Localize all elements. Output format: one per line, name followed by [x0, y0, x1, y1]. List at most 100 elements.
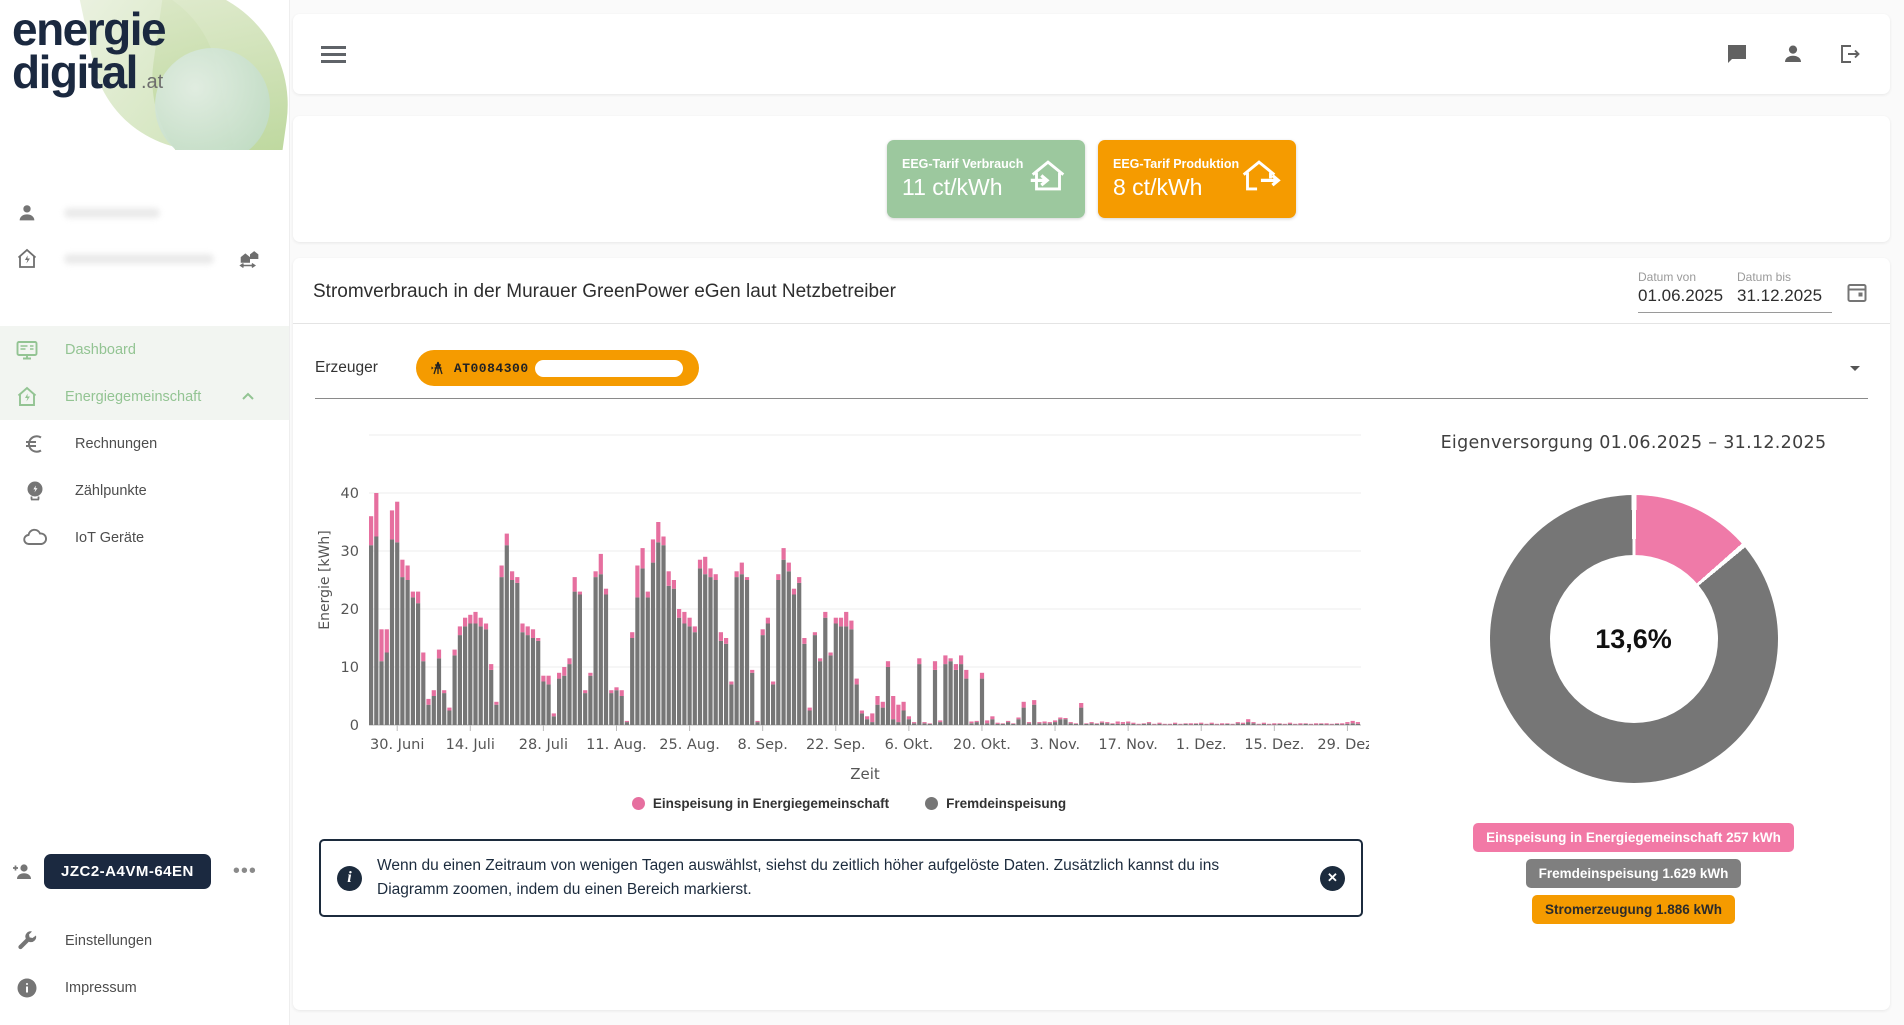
calendar-icon[interactable] — [1844, 279, 1870, 305]
wrench-icon — [14, 928, 40, 954]
sidebar-nav: Dashboard Energiegemeinschaft Rechnungen… — [0, 326, 289, 561]
tariff-card-produktion: EEG-Tarif Produktion 8 ct/kWh — [1098, 140, 1296, 218]
energy-bar-chart[interactable]: 01020304030. Juni14. Juli28. Juli11. Aug… — [313, 425, 1385, 792]
redacted-producer-id — [535, 360, 683, 377]
chevron-down-icon[interactable] — [1842, 355, 1868, 381]
legend-item-fremdeinspeisung[interactable]: Fremdeinspeisung — [925, 796, 1066, 811]
date-range-picker: Datum von 01.06.2025 Datum bis 31.12.202… — [1638, 270, 1870, 313]
tariff-cards-section: EEG-Tarif Verbrauch 11 ct/kWh EEG-Tarif … — [293, 116, 1890, 242]
self-supply-donut-chart: 13,6% — [1490, 495, 1778, 783]
svg-text:30. Juni: 30. Juni — [370, 737, 424, 753]
svg-text:17. Nov.: 17. Nov. — [1098, 737, 1157, 753]
date-to-field[interactable]: Datum bis 31.12.2025 — [1737, 270, 1832, 306]
consumption-panel: Stromverbrauch in der Murauer GreenPower… — [293, 258, 1890, 1010]
house-arrow-out-icon — [1236, 154, 1282, 205]
sidebar-item-iot-ger-te[interactable]: IoT Geräte — [0, 514, 289, 561]
info-box: i Wenn du einen Zeitraum von wenigen Tag… — [319, 839, 1363, 917]
info-box-text: Wenn du einen Zeitraum von wenigen Tagen… — [377, 854, 1277, 902]
donut-badges: Einspeisung in Energiegemeinschaft 257 k… — [1473, 823, 1794, 924]
house-arrow-in-icon — [1025, 154, 1071, 205]
svg-text:3. Nov.: 3. Nov. — [1030, 737, 1080, 753]
svg-text:30: 30 — [341, 544, 359, 560]
main-area: EEG-Tarif Verbrauch 11 ct/kWh EEG-Tarif … — [293, 0, 1890, 1010]
bar-chart-area: 01020304030. Juni14. Juli28. Juli11. Aug… — [313, 425, 1385, 924]
producer-chip[interactable]: AT0084300 — [416, 350, 699, 386]
producer-label: Erzeuger — [315, 359, 378, 377]
legend-dot — [632, 797, 645, 810]
svg-text:8. Sep.: 8. Sep. — [737, 737, 787, 753]
sidebar-item-dashboard[interactable]: Dashboard — [0, 326, 289, 373]
svg-text:11. Aug.: 11. Aug. — [586, 737, 647, 753]
sidebar-item-label: Rechnungen — [75, 436, 157, 452]
sidebar-item-rechnungen[interactable]: Rechnungen — [0, 420, 289, 467]
sidebar-item-label: Zählpunkte — [75, 483, 147, 499]
sidebar-bottom: JZC2-A4VM-64EN ••• Einstellungen Impress… — [0, 854, 289, 1011]
donut-title: Eigenversorgung 01.06.2025 – 31.12.2025 — [1441, 433, 1827, 453]
sidebar: energie digital.at Dashboard Energiegeme… — [0, 0, 290, 1025]
panel-title: Stromverbrauch in der Murauer GreenPower… — [313, 281, 896, 303]
topbar-actions — [1724, 41, 1862, 67]
chevron-up-icon[interactable] — [241, 390, 255, 409]
sidebar-item-label: Energiegemeinschaft — [65, 389, 201, 405]
svg-text:25. Aug.: 25. Aug. — [659, 737, 720, 753]
svg-text:1. Dez.: 1. Dez. — [1176, 737, 1227, 753]
meter-icon — [22, 478, 48, 504]
sidebar-item-impressum[interactable]: Impressum — [0, 964, 289, 1011]
date-from-field[interactable]: Datum von 01.06.2025 — [1638, 270, 1733, 306]
account-user-row — [0, 190, 289, 236]
svg-text:20: 20 — [341, 602, 359, 618]
svg-text:40: 40 — [341, 486, 359, 502]
logo-text: energie digital.at — [12, 8, 289, 94]
sidebar-item-z-hlpunkte[interactable]: Zählpunkte — [0, 467, 289, 514]
date-to-value[interactable]: 31.12.2025 — [1737, 286, 1832, 306]
topbar — [293, 14, 1890, 94]
house-energy-icon — [14, 246, 40, 272]
donut-badge-1: Fremdeinspeisung 1.629 kWh — [1526, 859, 1742, 888]
account-community-row — [0, 236, 289, 282]
svg-text:29. Dez.: 29. Dez. — [1317, 737, 1369, 753]
dashboard-monitor-icon — [14, 337, 40, 363]
sidebar-item-energiegemeinschaft[interactable]: Energiegemeinschaft — [0, 373, 289, 420]
info-circle-icon — [14, 975, 40, 1001]
donut-chart-area: Eigenversorgung 01.06.2025 – 31.12.2025 … — [1385, 425, 1882, 924]
date-fields: Datum von 01.06.2025 Datum bis 31.12.202… — [1638, 270, 1832, 313]
account-section — [0, 190, 289, 282]
close-icon[interactable]: ✕ — [1320, 866, 1345, 891]
app-logo: energie digital.at — [0, 0, 289, 150]
legend-item-einspeisung[interactable]: Einspeisung in Energiegemeinschaft — [632, 796, 889, 811]
date-from-value[interactable]: 01.06.2025 — [1638, 286, 1733, 306]
panel-content: 01020304030. Juni14. Juli28. Juli11. Aug… — [293, 399, 1890, 924]
chat-icon[interactable] — [1724, 41, 1750, 67]
svg-text:14. Juli: 14. Juli — [446, 737, 495, 753]
svg-text:28. Juli: 28. Juli — [519, 737, 568, 753]
chart-legend: Einspeisung in Energiegemeinschaft Fremd… — [313, 796, 1385, 811]
more-options-icon[interactable]: ••• — [233, 860, 257, 883]
donut-badge-0: Einspeisung in Energiegemeinschaft 257 k… — [1473, 823, 1794, 852]
producer-select-row[interactable]: Erzeuger AT0084300 — [315, 350, 1868, 399]
redacted-username — [64, 208, 160, 218]
svg-text:22. Sep.: 22. Sep. — [806, 737, 866, 753]
person-add-icon[interactable] — [10, 859, 36, 885]
pylon-icon — [430, 360, 446, 376]
svg-text:6. Okt.: 6. Okt. — [885, 737, 934, 753]
svg-text:15. Dez.: 15. Dez. — [1244, 737, 1304, 753]
switch-community-icon[interactable] — [237, 246, 263, 272]
euro-icon — [22, 431, 48, 457]
donut-hole: 13,6% — [1550, 555, 1718, 723]
legend-dot — [925, 797, 938, 810]
community-code-row: JZC2-A4VM-64EN ••• — [0, 854, 289, 889]
logout-icon[interactable] — [1836, 41, 1862, 67]
svg-text:10: 10 — [341, 660, 359, 676]
menu-icon[interactable] — [321, 46, 346, 63]
account-icon[interactable] — [1780, 41, 1806, 67]
sidebar-item-label: Dashboard — [65, 342, 136, 358]
donut-badge-2: Stromerzeugung 1.886 kWh — [1532, 895, 1735, 924]
sidebar-item-einstellungen[interactable]: Einstellungen — [0, 917, 289, 964]
house-energy-icon — [14, 384, 40, 410]
community-code-badge[interactable]: JZC2-A4VM-64EN — [44, 854, 211, 889]
donut-center-label: 13,6% — [1595, 624, 1672, 655]
panel-header: Stromverbrauch in der Murauer GreenPower… — [293, 258, 1890, 324]
logo-suffix: .at — [141, 71, 163, 93]
date-from-label: Datum von — [1638, 270, 1733, 284]
sidebar-bottom-nav: Einstellungen Impressum — [0, 917, 289, 1011]
